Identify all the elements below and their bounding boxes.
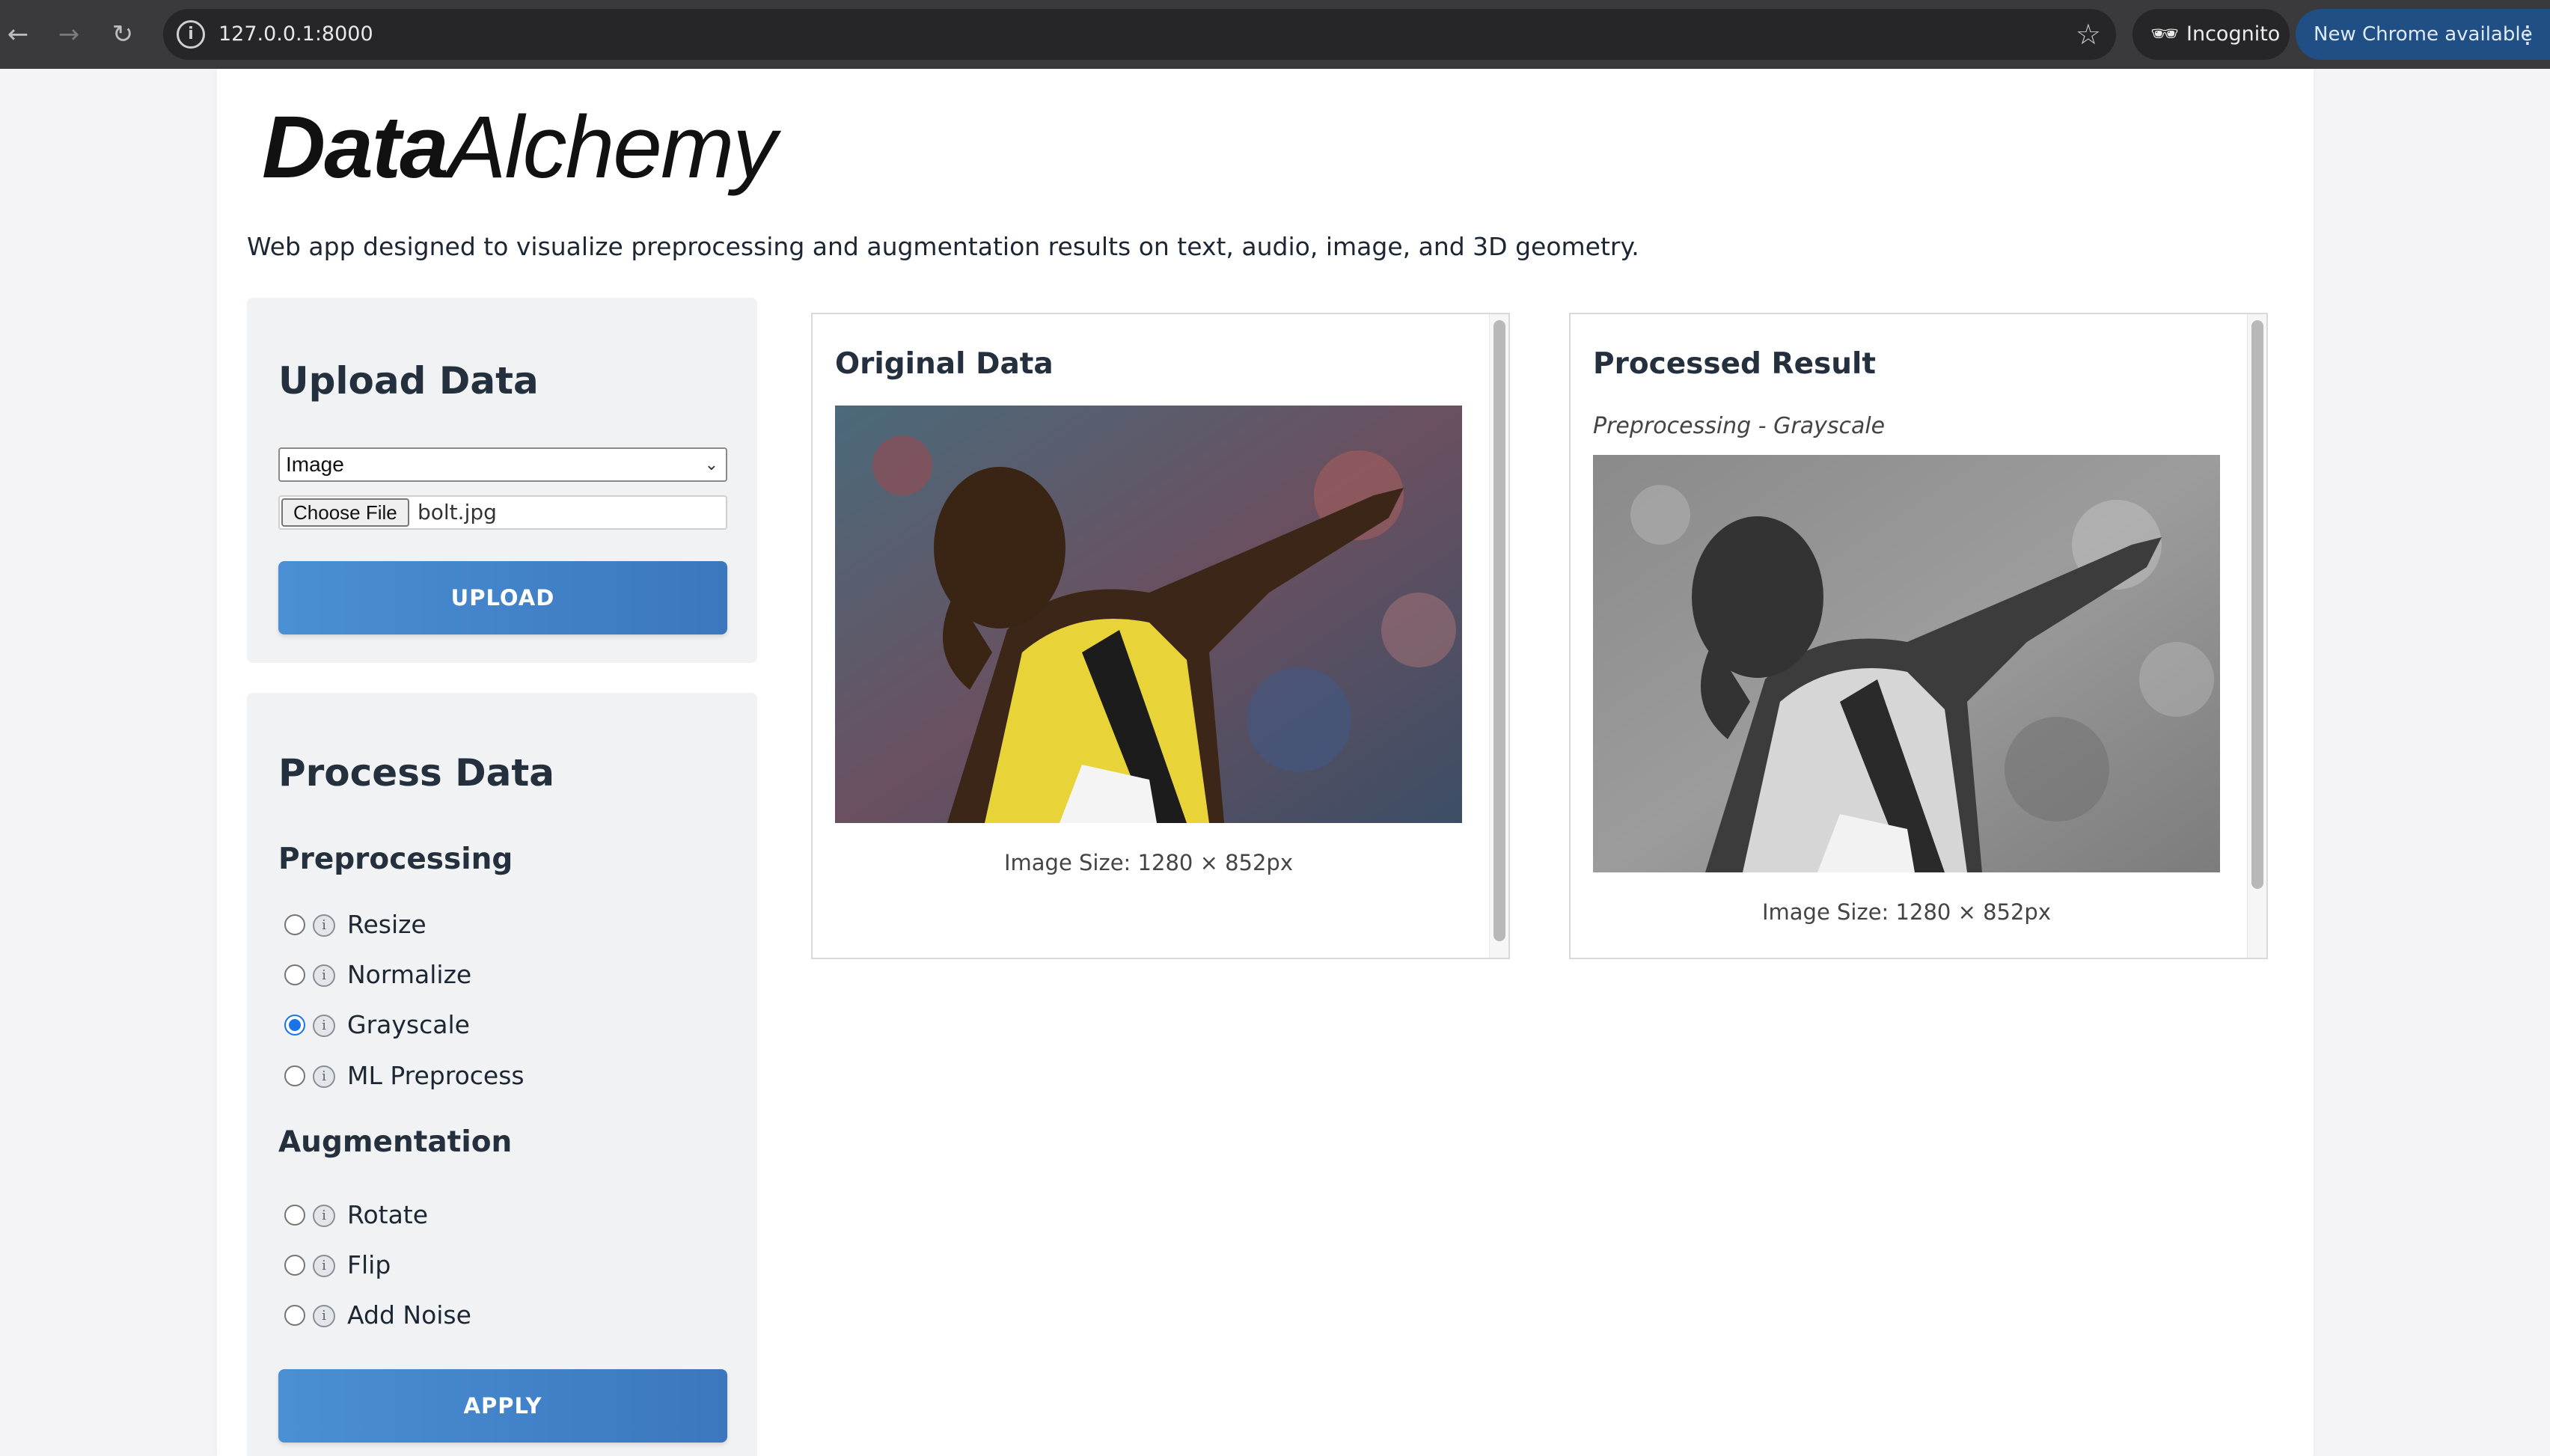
process-panel: Process Data Preprocessing i Resize i No… <box>247 693 757 1456</box>
info-icon[interactable]: i <box>313 1205 335 1227</box>
back-arrow-icon[interactable]: ← <box>0 16 36 52</box>
processed-image-size: Image Size: 1280 × 852px <box>1761 899 2052 925</box>
app-logo: DataAlchemy <box>262 94 777 200</box>
info-icon[interactable]: i <box>313 1015 335 1037</box>
augmentation-heading: Augmentation <box>278 1125 513 1159</box>
resize-radio[interactable] <box>284 914 305 935</box>
info-icon[interactable]: i <box>313 1305 335 1327</box>
upload-panel: Upload Data Image ⌄ Choose File bolt.jpg… <box>247 298 757 663</box>
apply-button[interactable]: APPLY <box>278 1369 727 1443</box>
selected-file-name: bolt.jpg <box>418 500 497 524</box>
incognito-label: Incognito <box>2186 22 2281 46</box>
option-label[interactable]: ML Preprocess <box>347 1058 525 1094</box>
data-type-select[interactable]: Image ⌄ <box>278 447 727 482</box>
upload-button[interactable]: UPLOAD <box>278 561 727 634</box>
process-title: Process Data <box>278 751 555 795</box>
processed-scrollbar[interactable] <box>2251 320 2263 889</box>
original-image-size: Image Size: 1280 × 852px <box>1003 850 1294 875</box>
chevron-down-icon: ⌄ <box>704 455 718 474</box>
site-info-icon[interactable]: i <box>177 20 205 49</box>
choose-file-button[interactable]: Choose File <box>281 498 409 527</box>
normalize-radio[interactable] <box>284 964 305 985</box>
original-scroll-track[interactable] <box>1489 314 1508 958</box>
original-scrollbar[interactable] <box>1493 320 1505 941</box>
option-label[interactable]: Add Noise <box>347 1297 471 1333</box>
update-label: New Chrome available <box>2314 23 2533 46</box>
option-label[interactable]: Resize <box>347 907 426 943</box>
bookmark-star-icon[interactable]: ☆ <box>2076 16 2101 52</box>
info-icon[interactable]: i <box>313 1255 335 1277</box>
processed-scroll-track[interactable] <box>2247 314 2266 958</box>
ml-preprocess-radio[interactable] <box>284 1065 305 1086</box>
update-chrome-button[interactable]: New Chrome available ⋮ <box>2296 9 2550 60</box>
logo-bold-text: Data <box>262 98 449 197</box>
kebab-menu-icon[interactable]: ⋮ <box>2516 9 2540 60</box>
info-icon[interactable]: i <box>313 964 335 987</box>
info-icon[interactable]: i <box>313 914 335 937</box>
url-text[interactable]: 127.0.0.1:8000 <box>218 9 373 60</box>
reload-icon[interactable]: ↻ <box>105 16 141 52</box>
info-icon[interactable]: i <box>313 1065 335 1088</box>
flip-radio[interactable] <box>284 1255 305 1276</box>
processed-title: Processed Result <box>1593 347 1877 381</box>
app-tagline: Web app designed to visualize preprocess… <box>247 232 1639 261</box>
logo-light-text: Alchemy <box>447 98 777 197</box>
incognito-icon: 🕶 <box>2150 21 2180 47</box>
address-bar[interactable]: i 127.0.0.1:8000 ☆ <box>163 9 2116 60</box>
rotate-radio[interactable] <box>284 1205 305 1226</box>
original-data-card: Original Data Image Size: 1280 × 852px <box>811 313 1510 959</box>
option-label[interactable]: Grayscale <box>347 1007 470 1043</box>
grayscale-radio[interactable] <box>284 1015 305 1036</box>
incognito-indicator[interactable]: 🕶 Incognito <box>2132 9 2290 60</box>
option-label[interactable]: Normalize <box>347 957 471 993</box>
file-input[interactable]: Choose File bolt.jpg <box>278 495 727 530</box>
browser-toolbar: ← → ↻ i 127.0.0.1:8000 ☆ 🕶 Incognito New… <box>0 0 2550 69</box>
upload-title: Upload Data <box>278 359 539 403</box>
processed-caption: Preprocessing - Grayscale <box>1593 413 1886 439</box>
original-image <box>835 406 1462 823</box>
option-label[interactable]: Rotate <box>347 1197 428 1233</box>
preprocessing-heading: Preprocessing <box>278 842 513 876</box>
data-type-value: Image <box>286 453 344 476</box>
add-noise-radio[interactable] <box>284 1305 305 1326</box>
app-page: DataAlchemy Web app designed to visualiz… <box>217 69 2314 1456</box>
processed-result-card: Processed Result Preprocessing - Graysca… <box>1569 313 2268 959</box>
forward-arrow-icon[interactable]: → <box>51 16 87 52</box>
original-title: Original Data <box>835 347 1054 381</box>
option-label[interactable]: Flip <box>347 1247 391 1283</box>
processed-image <box>1593 455 2220 872</box>
